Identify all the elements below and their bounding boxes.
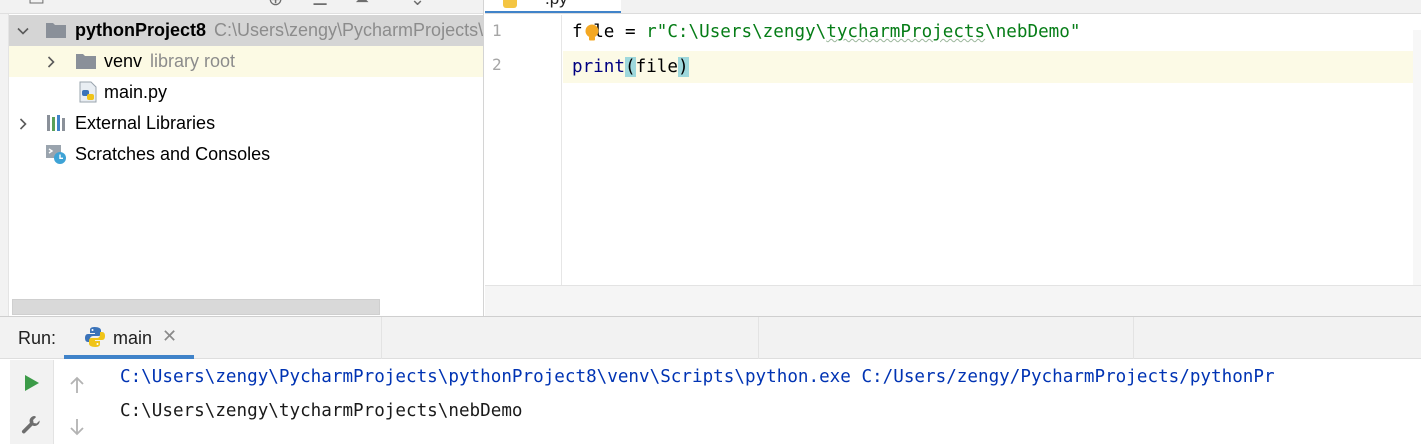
editor-tab-main-py[interactable]: .py	[485, 0, 621, 13]
header-divider	[381, 317, 382, 359]
tree-gutter	[0, 14, 9, 316]
tree-item-venv[interactable]: venv library root	[9, 46, 483, 77]
editor-bottom-area	[485, 285, 1421, 316]
folder-icon	[76, 54, 96, 69]
expand-all-icon[interactable]: ⏶	[355, 0, 369, 9]
options-icon[interactable]: ⌄	[410, 0, 425, 9]
header-divider	[758, 317, 759, 359]
run-tab-main[interactable]: main ✕	[64, 317, 194, 359]
code-token: (	[624, 57, 636, 77]
tree-item-label: External Libraries	[75, 113, 216, 133]
editor-gutter: 1 2	[485, 15, 562, 285]
chevron-right-icon[interactable]	[41, 52, 61, 72]
code-token: \nebDemo"	[985, 22, 1081, 42]
rerun-icon[interactable]	[18, 370, 44, 396]
locate-icon[interactable]: ⊕	[268, 0, 283, 9]
line-number: 2	[492, 55, 502, 74]
current-line-highlight	[563, 51, 1421, 83]
code-line-2: print(file)	[572, 52, 689, 82]
tree-item-label: venv	[104, 51, 143, 71]
code-token: file	[635, 57, 678, 77]
chevron-down-icon[interactable]	[13, 21, 33, 41]
code-token: )	[677, 57, 689, 77]
header-divider	[1133, 317, 1134, 359]
console-output-line: C:\Users\zengy\tycharmProjects\nebDemo	[120, 401, 523, 421]
lightbulb-icon[interactable]	[584, 24, 600, 42]
typo-highlight: tycharmProjects	[826, 22, 986, 42]
tree-item-label: Scratches and Consoles	[75, 144, 271, 164]
library-root-text: library root	[150, 51, 236, 71]
vertical-scrollbar[interactable]	[1413, 30, 1421, 285]
run-console-output[interactable]: C:\Users\zengy\PycharmProjects\pythonPro…	[104, 360, 1421, 444]
libraries-icon	[47, 115, 65, 131]
tree-item-main-py[interactable]: main.py	[9, 77, 483, 108]
tree-item-external-libraries[interactable]: External Libraries	[9, 108, 483, 139]
line-number: 1	[492, 21, 502, 40]
close-icon[interactable]: ✕	[162, 328, 177, 346]
run-toolbar-primary	[10, 360, 54, 444]
project-path-text: C:\Users\zengy\PycharmProjects\	[214, 20, 484, 40]
project-toolbar: ▭ ⊕ ☰ ⏶ ⌄	[0, 0, 483, 14]
code-token: =	[614, 22, 647, 42]
tree-item-label: main.py	[104, 82, 168, 102]
code-token: print	[572, 57, 625, 77]
run-label: Run:	[18, 328, 57, 348]
horizontal-scrollbar[interactable]	[12, 299, 380, 315]
tree-item-scratches-and-consoles[interactable]: Scratches and Consoles	[9, 139, 483, 170]
chevron-right-icon[interactable]	[13, 114, 33, 134]
run-toolbar	[0, 360, 104, 444]
code-token: r	[646, 22, 657, 42]
scratches-icon	[46, 145, 66, 164]
scroll-down-icon[interactable]	[64, 414, 90, 440]
run-tool-window-header: Run: main ✕	[0, 316, 1421, 359]
code-line-1: f le = r"C:\Users\zengy\tycharmProjects\n…	[572, 17, 1080, 47]
tree-item-pythonproject8[interactable]: pythonProject8 C:\Users\zengy\PycharmPro…	[9, 15, 484, 46]
python-icon	[85, 327, 105, 347]
folder-icon	[46, 23, 66, 38]
python-file-icon	[503, 0, 517, 8]
collapse-all-icon[interactable]: ☰	[312, 0, 328, 9]
code-token: f	[572, 22, 583, 42]
python-file-icon	[79, 81, 97, 103]
code-token: "C:\Users\zengy\	[656, 22, 827, 42]
project-tool-window: ▭ ⊕ ☰ ⏶ ⌄ pythonProject8 C:\Users\zengy\…	[0, 0, 484, 316]
scroll-up-icon[interactable]	[64, 372, 90, 398]
editor-tab-bar: .py	[485, 0, 1421, 14]
code-editor[interactable]: f le = r"C:\Users\zengy\tycharmProjects\n…	[563, 15, 1421, 285]
active-tab-indicator	[64, 355, 194, 359]
editor-tab-label: .py	[545, 0, 568, 9]
run-tab-label: main	[113, 328, 153, 348]
project-view-icon[interactable]: ▭	[28, 0, 45, 9]
console-command-line: C:\Users\zengy\PycharmProjects\pythonPro…	[120, 367, 1275, 387]
settings-wrench-icon[interactable]	[18, 412, 44, 438]
tree-item-label: pythonProject8	[75, 20, 207, 40]
